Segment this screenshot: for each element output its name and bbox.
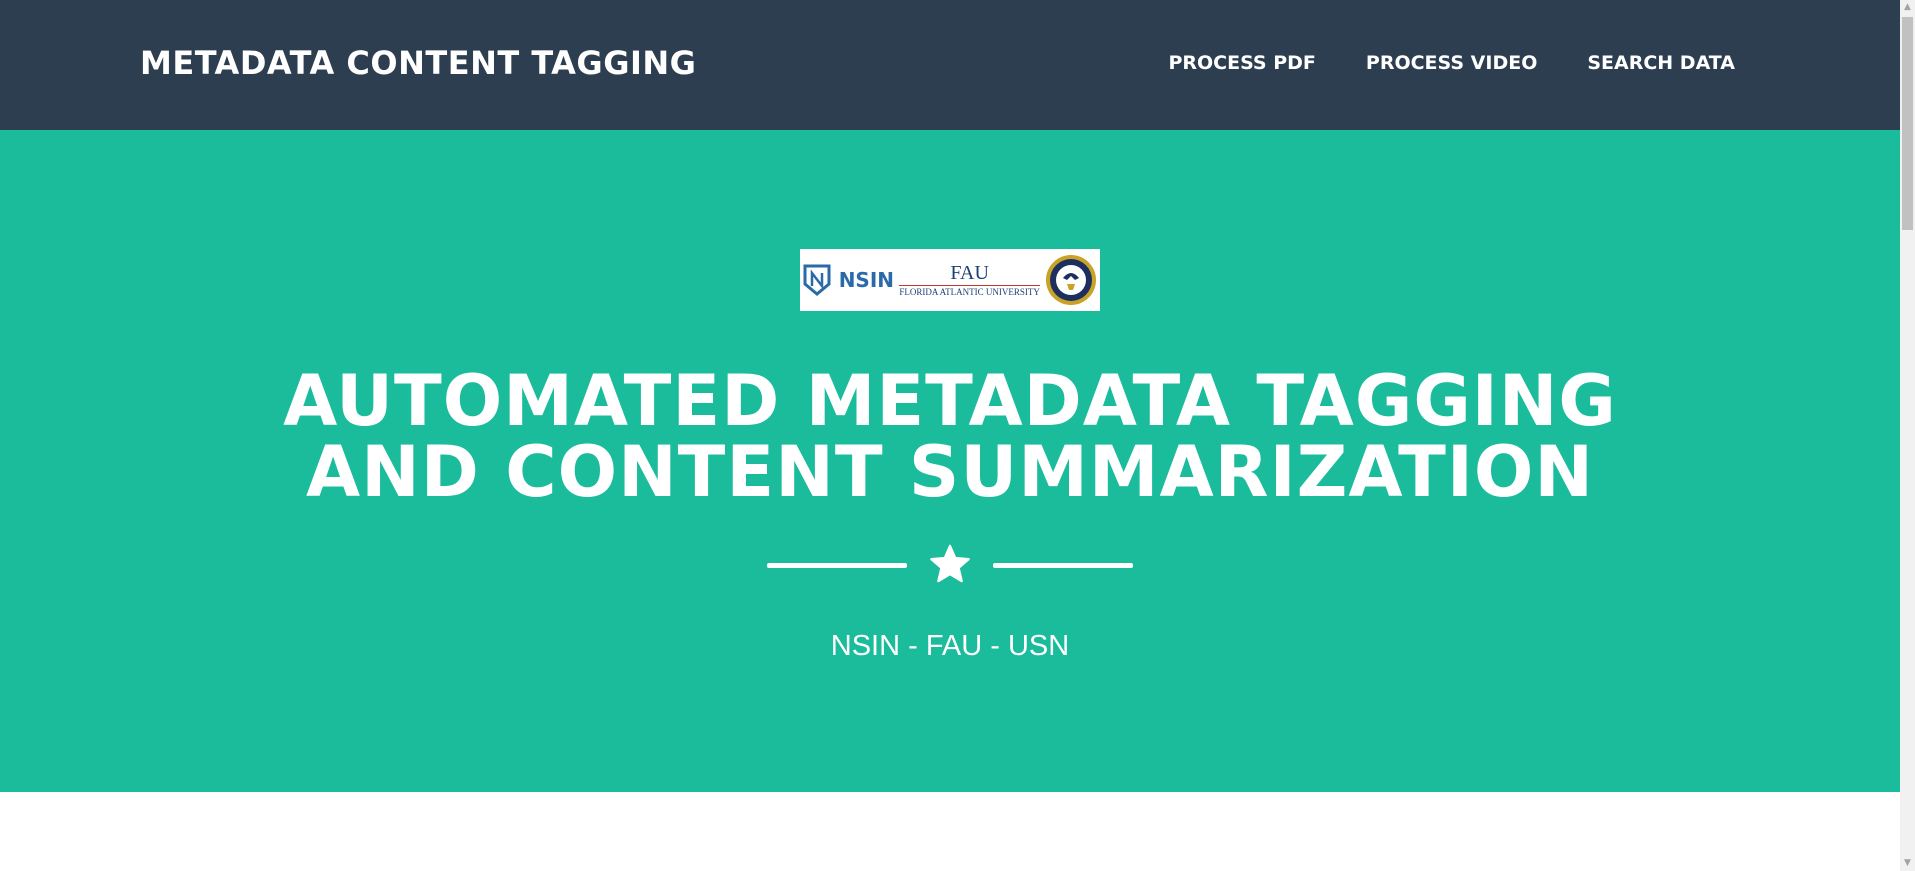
scroll-down-arrow-icon[interactable]: ▼ xyxy=(1900,856,1915,871)
hero-section: NSIN FAU FLORIDA ATLANTIC UNIVERSITY AUT… xyxy=(0,130,1900,792)
star-divider xyxy=(767,543,1133,589)
nsin-logo-text: NSIN xyxy=(838,268,895,292)
fau-logo: FAU FLORIDA ATLANTIC UNIVERSITY xyxy=(899,263,1040,297)
brand-link[interactable]: METADATA CONTENT TAGGING xyxy=(140,44,696,82)
scroll-up-arrow-icon[interactable]: ▲ xyxy=(1900,0,1915,15)
scroll-thumb[interactable] xyxy=(1902,17,1913,230)
hero-title-line-1: AUTOMATED METADATA TAGGING xyxy=(283,360,1617,442)
nav-process-video[interactable]: PROCESS VIDEO xyxy=(1366,52,1537,74)
hero-title-line-2: AND CONTENT SUMMARIZATION xyxy=(305,431,1595,513)
nav-search-data[interactable]: SEARCH DATA xyxy=(1587,52,1735,74)
nsin-shield-icon xyxy=(803,264,831,296)
fau-logo-name: FLORIDA ATLANTIC UNIVERSITY xyxy=(899,285,1040,297)
partner-logos: NSIN FAU FLORIDA ATLANTIC UNIVERSITY xyxy=(800,249,1100,311)
hero-subtitle: NSIN - FAU - USN xyxy=(830,630,1070,662)
page: METADATA CONTENT TAGGING PROCESS PDF PRO… xyxy=(0,0,1915,871)
nsin-logo: NSIN xyxy=(803,264,894,296)
hero-title: AUTOMATED METADATA TAGGING AND CONTENT S… xyxy=(0,366,1900,508)
divider-line-right xyxy=(993,563,1133,568)
nav-process-pdf[interactable]: PROCESS PDF xyxy=(1168,52,1315,74)
vertical-scrollbar[interactable]: ▲ ▼ xyxy=(1900,0,1915,871)
star-icon xyxy=(930,544,970,583)
navy-seal-icon xyxy=(1046,255,1097,305)
divider-line-left xyxy=(767,563,907,568)
nav-links: PROCESS PDF PROCESS VIDEO SEARCH DATA xyxy=(1168,52,1735,74)
fau-logo-mark: FAU xyxy=(950,262,989,284)
top-navbar: METADATA CONTENT TAGGING PROCESS PDF PRO… xyxy=(0,0,1900,130)
